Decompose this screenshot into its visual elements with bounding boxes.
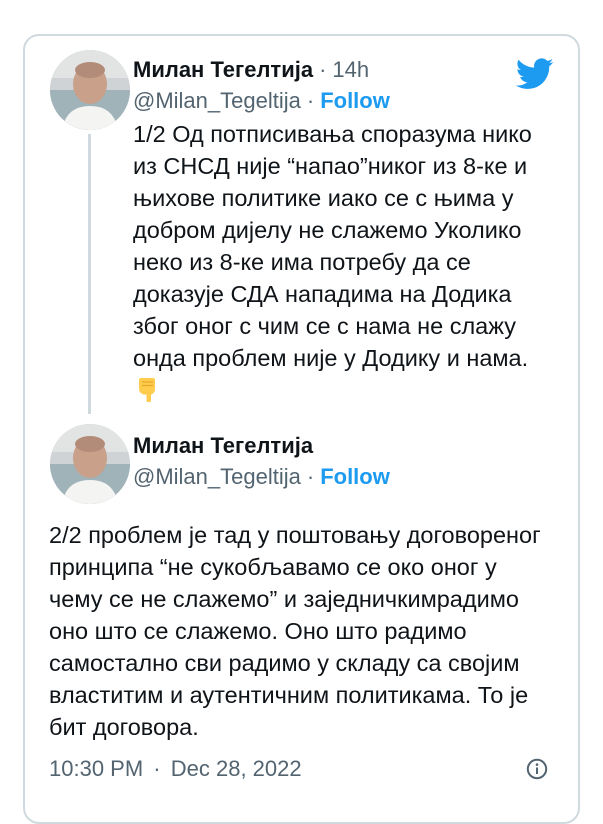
separator-dot: · [306,464,315,489]
follow-button[interactable]: Follow [320,88,390,114]
separator-dot: · [319,57,327,82]
tweet2-text: 2/2 проблем је тад у поштовању договорен… [49,522,541,740]
twitter-bird-icon[interactable] [516,58,554,90]
point-down-emoji [138,378,155,402]
avatar[interactable] [50,50,130,130]
separator-dot: · [153,756,161,781]
author-name[interactable]: Милан Тегелтија [133,433,313,459]
author-handle[interactable]: @Milan_Tegeltija [133,88,301,114]
timestamp-time: 10:30 PM [49,756,144,781]
avatar[interactable] [50,424,130,504]
tweet2-author-row: Милан Тегелтија [133,433,313,459]
thread-connector-line [88,134,91,414]
tweet1-text: 1/2 Од потписивања споразума нико из СНС… [133,121,532,371]
timestamp-date: Dec 28, 2022 [170,756,302,781]
author-name[interactable]: Милан Тегелтија [133,57,313,83]
author-handle[interactable]: @Milan_Tegeltija [133,464,301,490]
tweet-timestamp[interactable]: 10:30 PM · Dec 28, 2022 [49,756,302,782]
tweet1-handle-row: @Milan_Tegeltija · Follow [133,88,390,114]
tweet2-handle-row: @Milan_Tegeltija · Follow [133,464,390,490]
tweet1-author-row: Милан Тегелтија · 14h [133,57,369,83]
tweet-time[interactable]: 14h [332,57,369,83]
info-icon[interactable] [526,758,548,780]
follow-button[interactable]: Follow [320,464,390,490]
separator-dot: · [306,88,315,113]
